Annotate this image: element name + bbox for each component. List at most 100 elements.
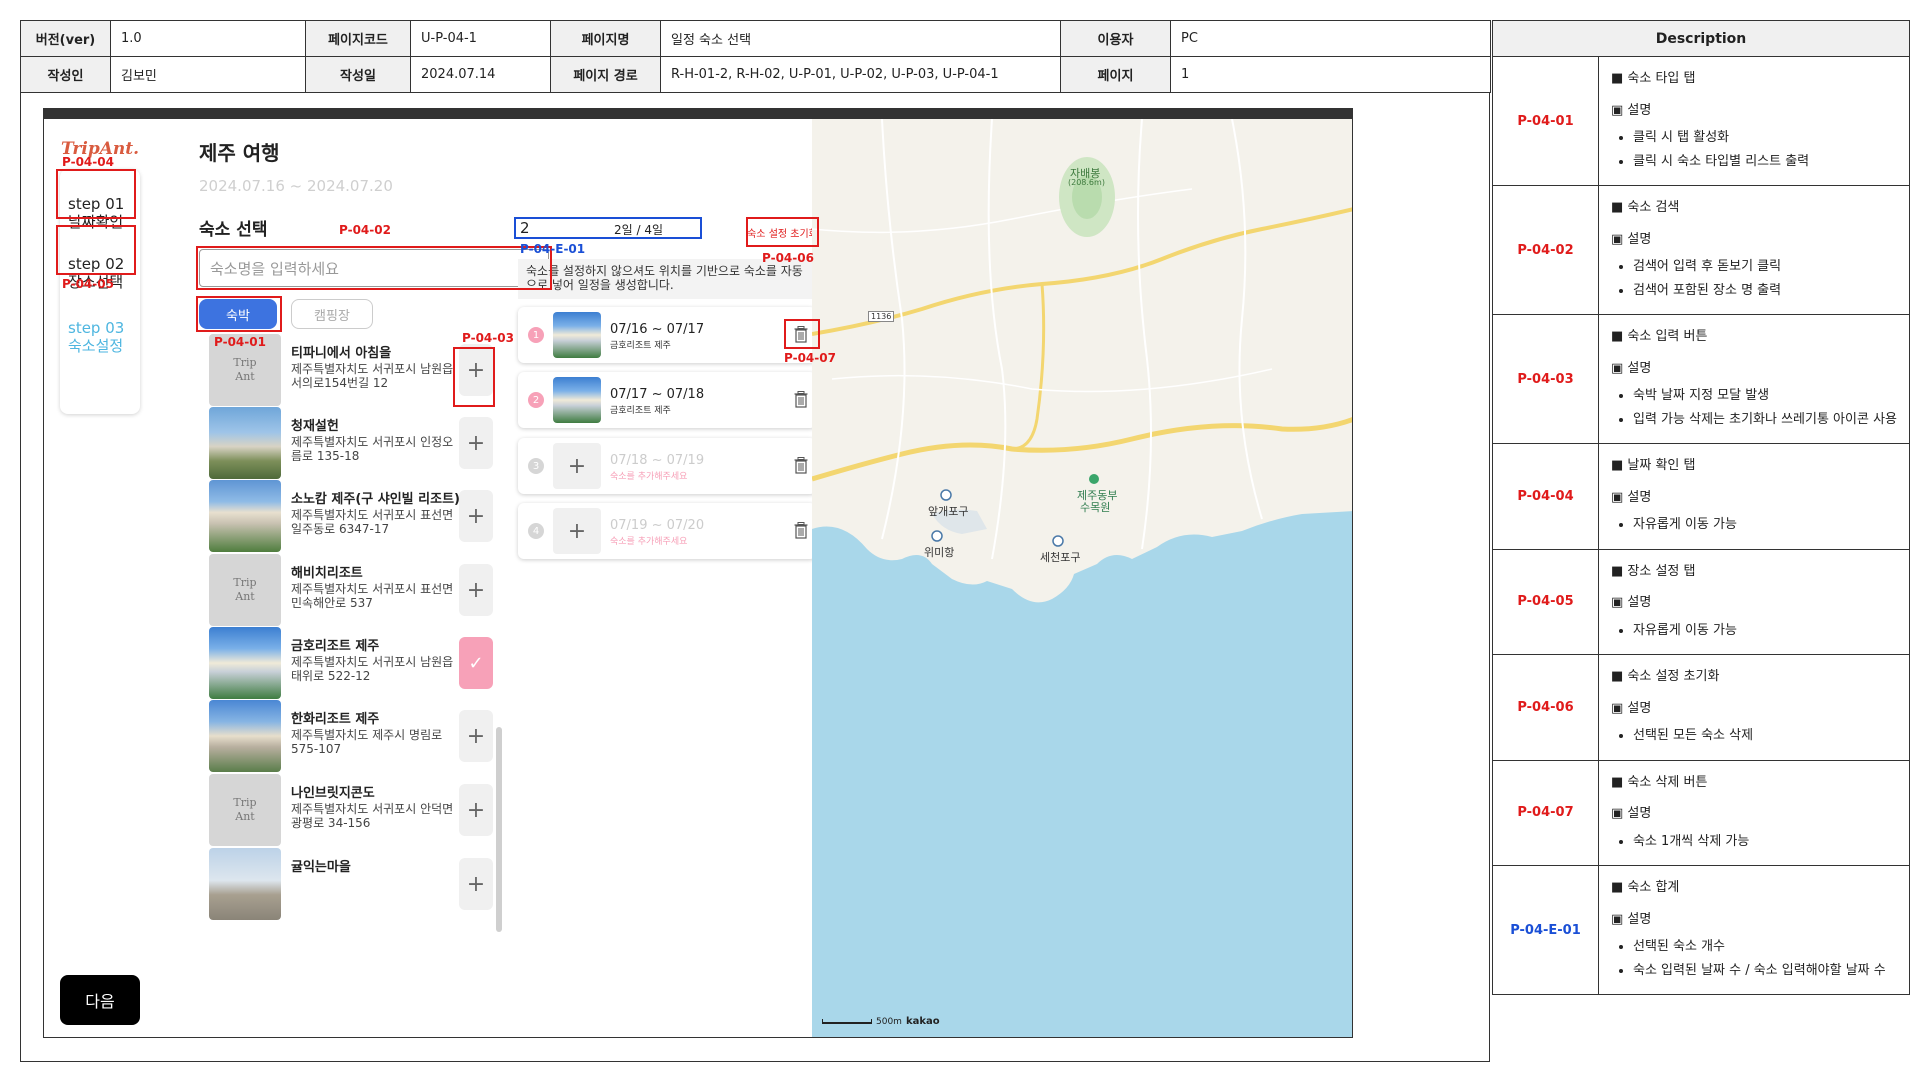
slot-date-range: 07/18 ~ 07/19 <box>610 453 705 468</box>
schedule-lodging-slot[interactable]: 2 07/17 ~ 07/18 금호리조트 제주 <box>518 372 816 428</box>
description-row: P-04-03숙소 입력 버튼설명숙박 날짜 지정 모달 발생입력 가능 삭제는… <box>1493 315 1909 444</box>
slot-add-button[interactable]: + <box>553 443 601 489</box>
slot-add-button[interactable]: + <box>553 508 601 554</box>
user-value: PC <box>1170 20 1491 57</box>
scale-bar <box>822 1019 872 1024</box>
slot-number: 1 <box>528 327 544 343</box>
slot-lodging-name: 금호리조트 제주 <box>610 341 671 351</box>
description-bullet: 검색어 입력 후 돋보기 클릭 <box>1633 257 1899 277</box>
lodging-name: 티파니에서 아침을 <box>291 346 392 361</box>
map-view[interactable]: 자배봉 (208.6m) 1136 앞개포구 위미항 제주동부 수목원 세천포구… <box>812 119 1352 1037</box>
trip-title: 제주 여행 <box>199 141 280 165</box>
map-label-arboretum-2: 수목원 <box>1080 501 1111 514</box>
description-bullet: 클릭 시 탭 활성화 <box>1633 128 1899 148</box>
lodging-add-button[interactable]: + <box>459 417 493 469</box>
top-bar <box>44 109 1352 119</box>
page-name-value: 일정 숙소 선택 <box>660 20 1061 57</box>
description-bullets: 클릭 시 탭 활성화클릭 시 숙소 타입별 리스트 출력 <box>1611 128 1899 171</box>
description-item-subtitle: 설명 <box>1611 593 1899 613</box>
map-label-elevation: (208.6m) <box>1068 178 1105 187</box>
description-code: P-04-03 <box>1493 315 1599 443</box>
lodging-list-item[interactable]: 귤익는마을 + <box>199 848 534 920</box>
schedule-lodging-slot[interactable]: 1 07/16 ~ 07/17 금호리조트 제주 <box>518 307 816 363</box>
lodging-count: 2 2일 / 4일 <box>514 217 702 239</box>
annotation-label-p0406: P-04-06 <box>762 251 814 265</box>
description-item-title: 숙소 합계 <box>1611 878 1899 898</box>
trash-icon[interactable] <box>794 391 808 408</box>
description-code: P-04-E-01 <box>1493 866 1599 994</box>
slot-lodging-name: 금호리조트 제주 <box>610 406 671 416</box>
description-item-subtitle: 설명 <box>1611 359 1899 379</box>
schedule-lodging-slot[interactable]: 3 +07/18 ~ 07/19 숙소를 추가해주세요 <box>518 438 816 494</box>
lodging-list-item[interactable]: Trip Ant 나인브릿지콘도 제주특별자치도 서귀포시 안덕면 광평로 34-1… <box>199 774 534 846</box>
page-label: 페이지 <box>1060 56 1171 93</box>
description-row: P-04-04날짜 확인 탭설명자유롭게 이동 가능 <box>1493 444 1909 550</box>
tab-lodging[interactable]: 숙박 <box>199 299 277 329</box>
description-bullets: 검색어 입력 후 돋보기 클릭검색어 포함된 장소 명 출력 <box>1611 257 1899 300</box>
lodging-list-item[interactable]: 한화리조트 제주 제주특별자치도 제주시 명림로 575-107 + <box>199 700 534 772</box>
description-item-title: 숙소 입력 버튼 <box>1611 327 1899 347</box>
slot-lodging-name: 숙소를 추가해주세요 <box>610 537 688 547</box>
description-body: 숙소 타입 탭설명클릭 시 탭 활성화클릭 시 숙소 타입별 리스트 출력 <box>1599 57 1909 185</box>
lodging-add-button[interactable]: + <box>459 564 493 616</box>
description-bullets: 자유롭게 이동 가능 <box>1611 515 1899 535</box>
path-value: R-H-01-2, R-H-02, U-P-01, U-P-02, U-P-03… <box>660 56 1061 93</box>
trash-icon[interactable] <box>794 522 808 539</box>
lodging-address: 제주특별자치도 서귀포시 표선면 일주동로 6347-17 <box>291 508 454 536</box>
lodging-selected-button[interactable]: ✓ <box>459 637 493 689</box>
lodging-add-button[interactable]: + <box>459 490 493 542</box>
description-item-subtitle: 설명 <box>1611 101 1899 121</box>
reset-lodging-button[interactable]: 숙소 설정 초기화 <box>746 217 819 247</box>
lodging-add-button[interactable]: + <box>459 710 493 762</box>
list-scrollbar[interactable] <box>496 727 502 932</box>
lodging-name: 청재설헌 <box>291 419 339 434</box>
description-item-title: 숙소 삭제 버튼 <box>1611 773 1899 793</box>
lodging-name: 나인브릿지콘도 <box>291 786 375 801</box>
lodging-add-button[interactable]: + <box>459 858 493 910</box>
description-bullet: 입력 가능 삭제는 초기화나 쓰레기통 아이콘 사용 <box>1633 410 1899 430</box>
slot-lodging-thumbnail <box>553 312 601 358</box>
lodging-list-item[interactable]: 소노캄 제주(구 샤인빌 리조트) 제주특별자치도 서귀포시 표선면 일주동로 6… <box>199 480 534 552</box>
lodging-add-button[interactable]: + <box>459 784 493 836</box>
tab-camping[interactable]: 캠핑장 <box>291 299 373 329</box>
page-code-label: 페이지코드 <box>305 20 411 57</box>
description-title: Description <box>1493 21 1909 57</box>
description-bullets: 자유롭게 이동 가능 <box>1611 621 1899 641</box>
description-body: 숙소 검색설명검색어 입력 후 돋보기 클릭검색어 포함된 장소 명 출력 <box>1599 186 1909 314</box>
schedule-lodging-slot[interactable]: 4 +07/19 ~ 07/20 숙소를 추가해주세요 <box>518 503 816 559</box>
page-name-label: 페이지명 <box>550 20 661 57</box>
next-button[interactable]: 다음 <box>60 975 140 1025</box>
lodging-address: 제주특별자치도 서귀포시 남원읍 서의로154번길 12 <box>291 362 454 390</box>
step-01-date-check-tab[interactable]: step 01 날짜확인 <box>68 195 132 231</box>
description-bullet: 자유롭게 이동 가능 <box>1633 621 1899 641</box>
description-body: 날짜 확인 탭설명자유롭게 이동 가능 <box>1599 444 1909 549</box>
lodging-search-input[interactable]: 숙소명을 입력하세요 <box>199 249 549 287</box>
description-item-subtitle: 설명 <box>1611 699 1899 719</box>
annotation-label-p0404: P-04-04 <box>62 155 114 169</box>
lodging-thumbnail <box>209 480 281 552</box>
section-title: 숙소 선택 <box>199 220 268 240</box>
lodging-list-item[interactable]: 청재설헌 제주특별자치도 서귀포시 인정오름로 135-18 + <box>199 407 534 479</box>
description-bullet: 클릭 시 숙소 타입별 리스트 출력 <box>1633 152 1899 172</box>
trash-icon[interactable] <box>794 326 808 343</box>
lodging-add-button[interactable]: + <box>459 344 493 396</box>
map-label-secheon-port: 세천포구 <box>1040 551 1081 564</box>
description-item-title: 장소 설정 탭 <box>1611 562 1899 582</box>
description-row: P-04-01숙소 타입 탭설명클릭 시 탭 활성화클릭 시 숙소 타입별 리스… <box>1493 57 1909 186</box>
spec-header-table: 버전(ver) 1.0 페이지코드 U-P-04-1 페이지명 일정 숙소 선택… <box>20 20 1491 93</box>
lodging-list-item[interactable]: 금호리조트 제주 제주특별자치도 서귀포시 남원읍 태위로 522-12 ✓ <box>199 627 534 699</box>
description-row: P-04-06숙소 설정 초기화설명선택된 모든 숙소 삭제 <box>1493 655 1909 761</box>
lodging-name: 금호리조트 제주 <box>291 639 380 654</box>
trash-icon[interactable] <box>794 457 808 474</box>
description-item-subtitle: 설명 <box>1611 804 1899 824</box>
description-item-title: 날짜 확인 탭 <box>1611 456 1899 476</box>
step-03-lodging-tab[interactable]: step 03 숙소설정 <box>68 319 132 355</box>
lodging-thumbnail: Trip Ant <box>209 774 281 846</box>
lodging-name: 해비치리조트 <box>291 566 363 581</box>
lodging-list-item[interactable]: Trip Ant 해비치리조트 제주특별자치도 서귀포시 표선면 민속해안로 537… <box>199 554 534 626</box>
description-bullet: 숙소 입력된 날짜 수 / 숙소 입력해야할 날짜 수 <box>1633 961 1899 981</box>
app-screen: TripAnt. step 01 날짜확인 step 02 장소선택 step … <box>43 108 1353 1038</box>
description-body: 숙소 입력 버튼설명숙박 날짜 지정 모달 발생입력 가능 삭제는 초기화나 쓰… <box>1599 315 1909 443</box>
lodging-thumbnail: Trip Ant <box>209 554 281 626</box>
lodging-count-number: 2 <box>520 219 530 237</box>
